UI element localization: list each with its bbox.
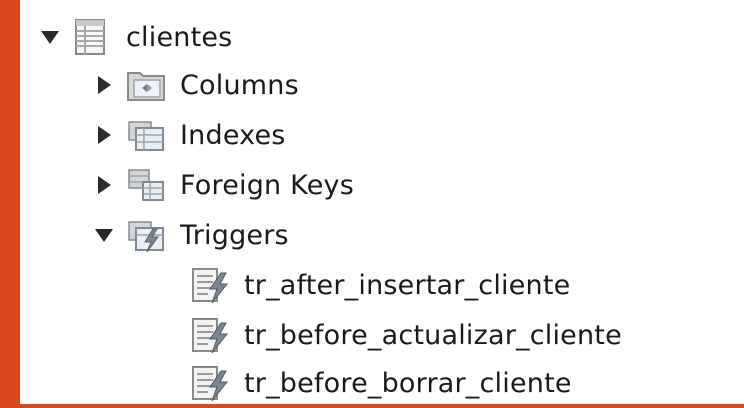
- collapsed-arrow-icon[interactable]: [92, 173, 116, 197]
- schema-tree-panel: clientes Columns Indexes Foreign Keys Tr…: [20, 0, 744, 404]
- trigger-icon: [190, 265, 230, 305]
- collapsed-arrow-icon[interactable]: [92, 73, 116, 97]
- tree-leaf-trigger[interactable]: tr_after_insertar_cliente: [190, 260, 570, 310]
- trigger-icon: [190, 315, 230, 355]
- group-label-columns: Columns: [180, 69, 299, 101]
- collapsed-arrow-icon[interactable]: [92, 123, 116, 147]
- tree-node-triggers[interactable]: Triggers: [92, 210, 289, 260]
- expanded-arrow-icon[interactable]: [38, 25, 62, 49]
- columns-folder-icon: [126, 65, 166, 105]
- expanded-arrow-icon[interactable]: [92, 223, 116, 247]
- foreign-keys-folder-icon: [126, 165, 166, 205]
- group-label-triggers: Triggers: [180, 219, 289, 251]
- group-label-indexes: Indexes: [180, 119, 286, 151]
- tree-node-indexes[interactable]: Indexes: [92, 110, 286, 160]
- trigger-label: tr_before_actualizar_cliente: [244, 319, 622, 351]
- tree-leaf-trigger[interactable]: tr_before_actualizar_cliente: [190, 310, 622, 360]
- tree-node-columns[interactable]: Columns: [92, 60, 299, 110]
- tree-node-table[interactable]: clientes: [38, 12, 232, 62]
- table-icon: [72, 17, 112, 57]
- triggers-folder-icon: [126, 215, 166, 255]
- trigger-icon: [190, 363, 230, 403]
- group-label-foreign-keys: Foreign Keys: [180, 169, 354, 201]
- tree-leaf-trigger[interactable]: tr_before_borrar_cliente: [190, 358, 572, 408]
- trigger-label: tr_before_borrar_cliente: [244, 367, 572, 399]
- table-label: clientes: [126, 21, 233, 53]
- tree-node-foreign-keys[interactable]: Foreign Keys: [92, 160, 354, 210]
- indexes-folder-icon: [126, 115, 166, 155]
- trigger-label: tr_after_insertar_cliente: [244, 269, 571, 301]
